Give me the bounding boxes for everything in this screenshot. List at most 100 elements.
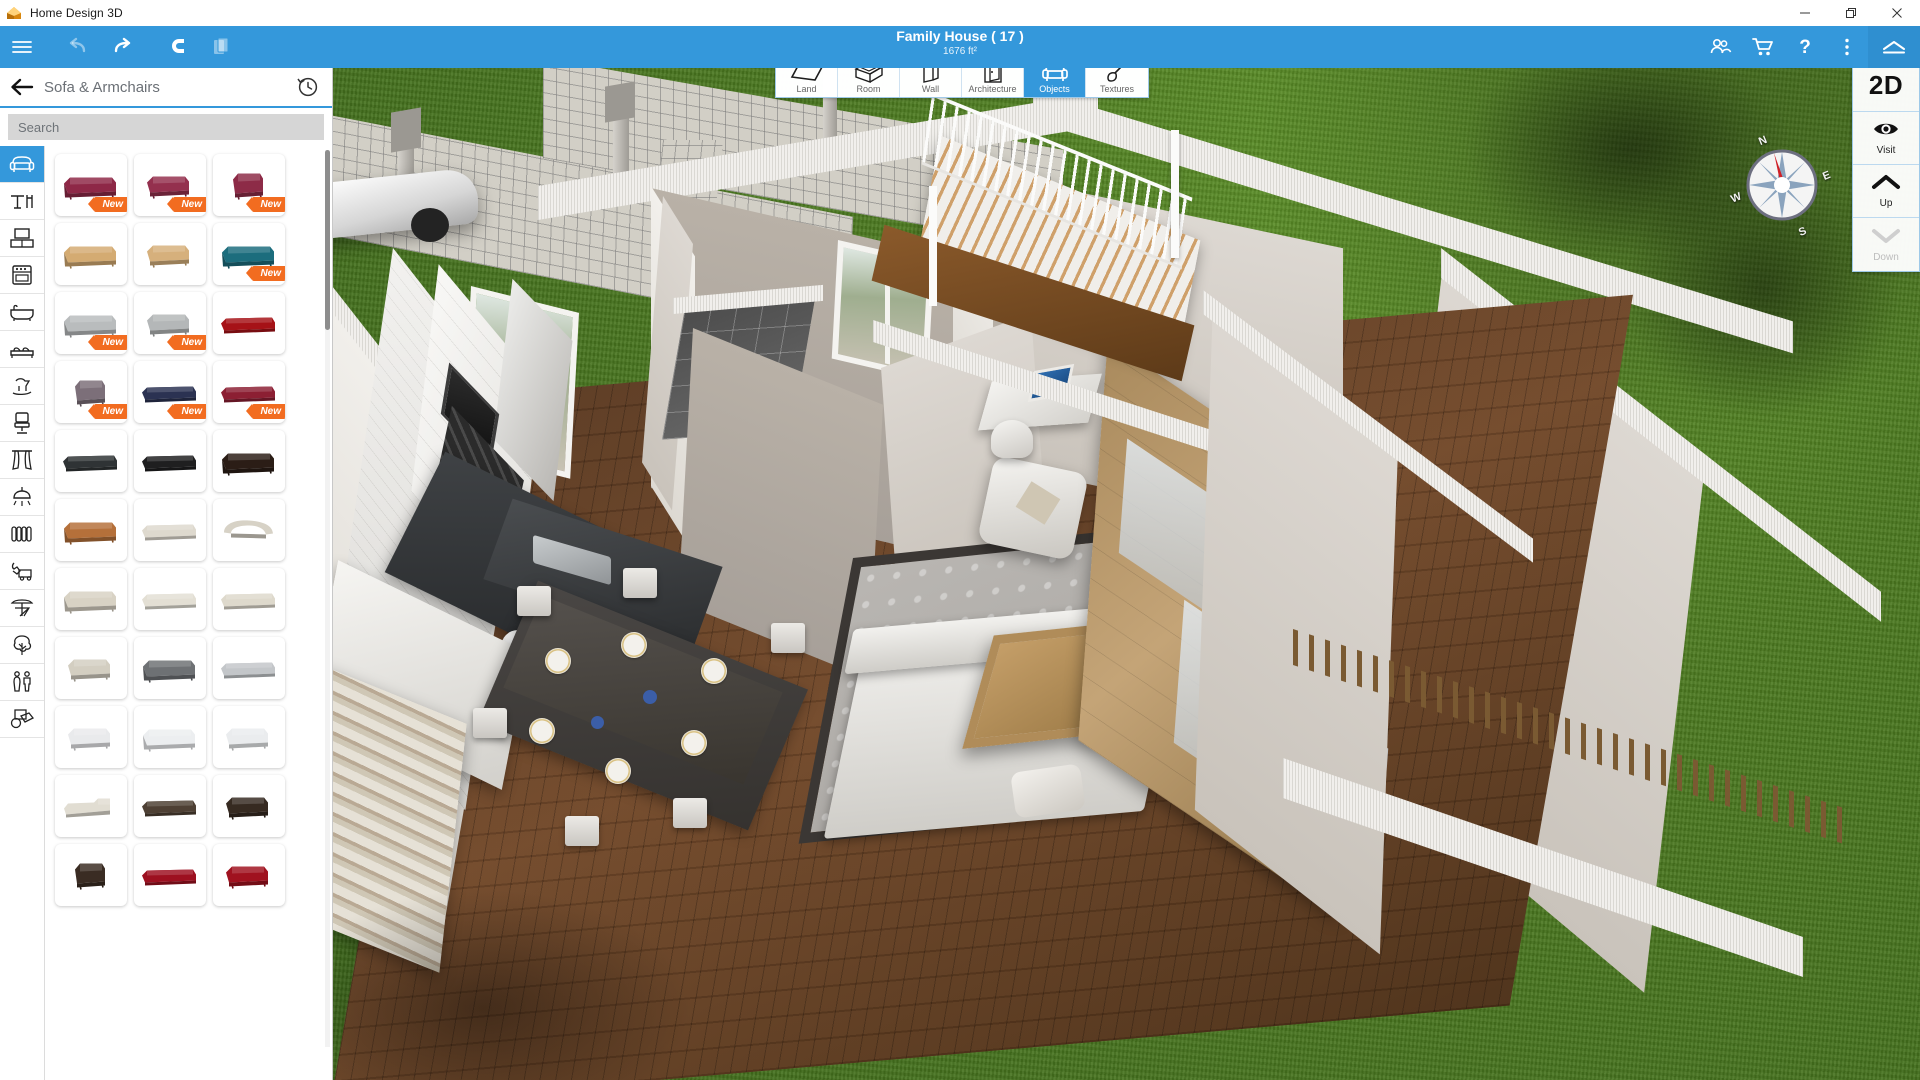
category-bedroom[interactable] [0,331,44,368]
compass[interactable]: N E S W [1729,134,1832,239]
dinner-plate [681,730,707,756]
catalog-scrollbar-thumb[interactable] [325,150,330,330]
flower-centerpiece [643,690,657,704]
catalog-item-sofa-2seat-linen[interactable] [55,637,127,699]
catalog-item-sofa-3seat-navy[interactable]: New [134,361,206,423]
category-kitchen[interactable] [0,257,44,294]
catalog-body: New New New New New New New New New [0,146,332,1080]
catalog-item-sofa-3seat-beige-cushions[interactable] [55,568,127,630]
catalog-item-sofa-2seat-tan[interactable] [134,223,206,285]
catalog-item-thumbnail [137,227,203,282]
more-vertical-dots-icon[interactable] [1826,26,1868,68]
project-info: Family House ( 17 ) 1676 ft² [0,28,1920,58]
railing-post [1171,130,1179,258]
catalog-item-sofa-2seat-burgundy[interactable]: New [134,154,206,216]
close-icon[interactable] [1874,0,1920,26]
view-level-down[interactable]: Down [1853,218,1919,271]
catalog-scrollbar[interactable] [325,150,330,1047]
catalog-item-thumbnail [58,434,124,489]
catalog-item-sofa-3seat-white-highback[interactable] [134,706,206,768]
catalog-item-sofa-3seat-red[interactable] [213,292,285,354]
category-misc[interactable] [0,701,44,738]
view-level-up[interactable]: Up [1853,165,1919,218]
magnet-snap-icon[interactable] [156,26,200,68]
catalog-item-sofa-3seat-tan[interactable] [55,223,127,285]
catalog-item-sofa-2seat-darkbrown[interactable] [213,775,285,837]
catalog-item-thumbnail [216,710,282,765]
category-kids[interactable] [0,368,44,405]
catalog-item-thumbnail [58,641,124,696]
catalog-item-thumbnail [137,572,203,627]
3d-viewport[interactable]: N E S W [333,68,1920,1080]
category-lighting[interactable] [0,479,44,516]
category-tables-chairs[interactable] [0,183,44,220]
tab-wall-label: Wall [921,84,940,94]
category-curtains[interactable] [0,442,44,479]
history-clock-icon[interactable] [292,75,322,99]
catalog-item-chaise-longue-cream[interactable] [55,775,127,837]
new-badge: New [88,335,127,350]
redo-icon[interactable] [100,26,144,68]
catalog-item-thumbnail [58,848,124,903]
maximize-icon[interactable] [1828,0,1874,26]
view-control-panel: 2D Visit Up Down [1852,58,1920,272]
collapse-chevron-up-icon[interactable] [1868,26,1920,68]
catalog-item-thumbnail [58,503,124,558]
catalog-item-sofa-3seat-teal[interactable]: New [213,223,285,285]
minimize-icon[interactable] [1782,0,1828,26]
catalog-item-sofa-modular-grey-yellow[interactable] [213,637,285,699]
hamburger-menu-icon[interactable] [0,26,44,68]
catalog-item-sofa-2seat-white-highback[interactable] [213,706,285,768]
new-badge: New [167,335,206,350]
catalog-item-sofa-modular-brown[interactable] [134,775,206,837]
catalog-item-sofa-3seat-lightgrey[interactable]: New [55,292,127,354]
catalog-item-thumbnail [58,572,124,627]
catalog-grid[interactable]: New New New New New New New New New [45,146,332,1080]
catalog-item-sofa-3seat-burgundy[interactable]: New [55,154,127,216]
category-bathroom[interactable] [0,294,44,331]
catalog-item-thumbnail [216,641,282,696]
catalog-item-thumbnail [216,434,282,489]
catalog-item-sofa-3seat-cream-green-pillows[interactable] [134,568,206,630]
catalog-item-sofa-3seat-crimson[interactable]: New [213,361,285,423]
desk-chair [991,420,1033,458]
dinner-plate [701,658,727,684]
view-visit[interactable]: Visit [1853,112,1919,165]
category-office[interactable] [0,405,44,442]
copy-paste-icon[interactable] [200,26,244,68]
category-people[interactable] [0,664,44,701]
catalog-item-armchair-burgundy[interactable]: New [213,154,285,216]
category-plants[interactable] [0,627,44,664]
catalog-item-sofa-chesterfield-black[interactable] [134,430,206,492]
catalog-item-armchair-mauve[interactable]: New [55,361,127,423]
category-heating[interactable] [0,516,44,553]
community-users-icon[interactable] [1700,26,1742,68]
catalog-item-sofa-3seat-cognac-leather[interactable] [55,499,127,561]
sofa-cushion [1010,763,1086,819]
category-tools-vehicles[interactable] [0,553,44,590]
catalog-title: Sofa & Armchairs [44,78,160,96]
search-input[interactable] [8,114,324,140]
catalog-item-sofa-3seat-charcoal-chrome[interactable] [55,430,127,492]
catalog-item-sofa-2seat-white[interactable] [55,706,127,768]
back-arrow-icon[interactable] [10,78,40,96]
category-outdoor[interactable] [0,590,44,627]
new-badge: New [246,266,285,281]
category-tv-storage[interactable] [0,220,44,257]
catalog-item-sofa-3seat-striped-grey[interactable] [134,637,206,699]
catalog-item-sofa-3seat-darkbrown[interactable] [213,430,285,492]
catalog-grid-inner: New New New New New New New New New [45,146,332,906]
catalog-item-sofa-modular-cream[interactable] [134,499,206,561]
catalog-item-sofa-3seat-red-velvet[interactable] [134,844,206,906]
dining-chair [565,816,599,846]
undo-icon[interactable] [56,26,100,68]
catalog-item-sofa-curved-beige[interactable] [213,499,285,561]
page-title: Family House ( 17 ) [896,28,1024,44]
catalog-item-sofa-2seat-red-velvet[interactable] [213,844,285,906]
catalog-item-sofa-modular-cream-yellow[interactable] [213,568,285,630]
category-sofa-armchairs[interactable] [0,146,44,183]
catalog-item-armchair-darkbrown[interactable] [55,844,127,906]
help-question-icon[interactable]: ? [1784,26,1826,68]
catalog-item-sofa-2seat-lightgrey[interactable]: New [134,292,206,354]
shopping-cart-icon[interactable] [1742,26,1784,68]
